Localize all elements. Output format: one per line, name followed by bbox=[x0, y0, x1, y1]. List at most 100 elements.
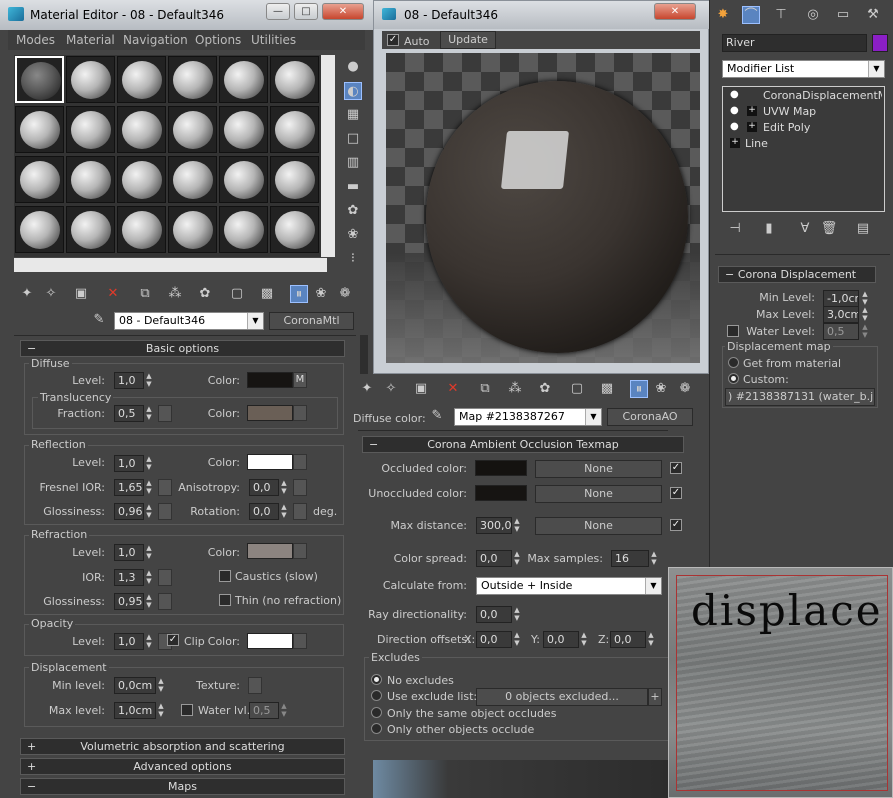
disp-min-spinner[interactable]: ▲ ▼ bbox=[156, 677, 166, 694]
pick-material-icon[interactable]: ❁ bbox=[336, 285, 354, 303]
ao-show-shaded-icon[interactable]: ▢ bbox=[568, 380, 586, 398]
backlight-icon[interactable]: ◐ bbox=[344, 82, 362, 100]
remove-modifier-icon[interactable]: 🗑 bbox=[820, 220, 838, 238]
display-tab-icon[interactable]: ▭ bbox=[834, 6, 852, 24]
minimize-button[interactable]: — bbox=[266, 3, 290, 20]
diffuse-level-input[interactable]: 1,0 bbox=[114, 372, 144, 389]
max-samples-spinner[interactable]: ▲ ▼ bbox=[649, 550, 659, 567]
rollout-corona-displacement[interactable]: − Corona Displacement bbox=[718, 266, 876, 283]
uv-tiling-icon[interactable]: □ bbox=[344, 130, 362, 148]
rollout-volumetric[interactable]: + Volumetric absorption and scattering bbox=[20, 738, 345, 755]
offset-z-spinner[interactable]: ▲ ▼ bbox=[646, 631, 656, 648]
opacity-map-swatch-button[interactable] bbox=[293, 633, 307, 649]
menu-utilities[interactable]: Utilities bbox=[251, 33, 296, 47]
objects-excluded-button[interactable]: 0 objects excluded... bbox=[476, 688, 648, 706]
rollout-basic-options[interactable]: − Basic options bbox=[20, 340, 345, 357]
stack-item-line[interactable]: + Line bbox=[725, 137, 882, 152]
material-name-field[interactable]: 08 - Default346 ▼ bbox=[114, 312, 264, 330]
sample-slot[interactable] bbox=[66, 56, 115, 103]
utilities-tab-icon[interactable]: ⚒ bbox=[864, 6, 882, 24]
clip-checkbox[interactable]: ✓ bbox=[167, 634, 179, 646]
expand-icon[interactable]: + bbox=[747, 106, 757, 116]
eyedropper-icon[interactable]: ✎ bbox=[90, 311, 108, 329]
map-name-chevron-icon[interactable]: ▼ bbox=[585, 409, 601, 425]
caustics-checkbox[interactable] bbox=[219, 570, 231, 582]
menu-options[interactable]: Options bbox=[195, 33, 241, 47]
calculate-from-chevron-icon[interactable]: ▼ bbox=[645, 578, 661, 594]
rotation-input[interactable]: 0,0 bbox=[249, 503, 279, 520]
rotation-spinner[interactable]: ▲ ▼ bbox=[279, 503, 289, 520]
refraction-glossiness-spinner[interactable]: ▲ ▼ bbox=[144, 593, 154, 610]
other-object-radio[interactable] bbox=[371, 723, 382, 734]
offset-y-spinner[interactable]: ▲ ▼ bbox=[579, 631, 589, 648]
diffuse-color-swatch[interactable] bbox=[247, 372, 293, 388]
get-material-icon[interactable]: ✦ bbox=[18, 285, 36, 303]
opacity-color-swatch[interactable] bbox=[247, 633, 293, 649]
menu-material[interactable]: Material bbox=[66, 33, 115, 47]
sample-slot[interactable] bbox=[15, 106, 64, 153]
max-samples-input[interactable]: 16 bbox=[611, 550, 649, 567]
offset-z-input[interactable]: 0,0 bbox=[610, 631, 646, 648]
light-bulb-icon[interactable]: ● bbox=[730, 105, 739, 116]
custom-map-button[interactable]: ) #2138387131 (water_b.jpg) bbox=[725, 388, 875, 406]
diffuse-map-button[interactable]: M bbox=[293, 372, 307, 388]
rollout-maps[interactable]: − Maps bbox=[20, 778, 345, 795]
sample-slot[interactable] bbox=[117, 156, 166, 203]
max-distance-input[interactable]: 300,0c bbox=[476, 517, 512, 534]
ior-map-button[interactable] bbox=[158, 569, 172, 586]
expand-icon[interactable]: + bbox=[747, 122, 757, 132]
offset-x-spinner[interactable]: ▲ ▼ bbox=[512, 631, 522, 648]
sample-slot[interactable] bbox=[66, 106, 115, 153]
disp-max-spinner[interactable]: ▲ ▼ bbox=[156, 702, 166, 719]
sample-slot[interactable] bbox=[219, 156, 268, 203]
glossiness-input[interactable]: 0,96 bbox=[114, 503, 144, 520]
occluded-map-checkbox[interactable]: ✓ bbox=[670, 462, 682, 474]
background-icon[interactable]: ▦ bbox=[344, 106, 362, 124]
unoccluded-map-checkbox[interactable]: ✓ bbox=[670, 487, 682, 499]
make-unique-stack-icon[interactable]: ∀ bbox=[796, 220, 814, 238]
object-name-field[interactable]: River bbox=[722, 34, 867, 52]
water-level-input[interactable]: 0,5 bbox=[249, 702, 279, 719]
ao-library-icon[interactable]: ⁂ bbox=[506, 380, 524, 398]
fraction-input[interactable]: 0,5 bbox=[114, 405, 144, 422]
ao-eyedropper-icon[interactable]: ✎ bbox=[428, 407, 446, 425]
menu-navigation[interactable]: Navigation bbox=[123, 33, 188, 47]
sample-slot[interactable] bbox=[117, 56, 166, 103]
preview-close-button[interactable]: ✕ bbox=[654, 3, 696, 20]
light-bulb-icon[interactable]: ● bbox=[730, 121, 739, 132]
opacity-level-input[interactable]: 1,0 bbox=[114, 633, 144, 650]
modifier-list-dropdown[interactable]: Modifier List ▼ bbox=[722, 60, 885, 78]
sample-slot[interactable] bbox=[15, 156, 64, 203]
anisotropy-map-button[interactable] bbox=[293, 479, 307, 496]
sample-slot[interactable] bbox=[66, 206, 115, 253]
glossiness-map-button[interactable] bbox=[158, 503, 172, 520]
put-to-library-icon[interactable]: ⁂ bbox=[166, 285, 184, 303]
cmd-max-level-spinner[interactable]: ▲ ▼ bbox=[860, 306, 870, 323]
ior-spinner[interactable]: ▲ ▼ bbox=[144, 569, 154, 586]
go-to-parent-icon[interactable]: ⏸ bbox=[290, 285, 308, 303]
show-shaded-material-icon[interactable]: ▢ bbox=[228, 285, 246, 303]
refraction-glossiness-input[interactable]: 0,95 bbox=[114, 593, 144, 610]
sample-slot[interactable] bbox=[66, 156, 115, 203]
select-by-material-icon[interactable]: ❀ bbox=[344, 226, 362, 244]
sample-slot[interactable] bbox=[219, 106, 268, 153]
material-editor-titlebar[interactable]: Material Editor - 08 - Default346 — □ ✕ bbox=[0, 0, 373, 30]
offset-x-input[interactable]: 0,0 bbox=[476, 631, 512, 648]
cmd-min-level-input[interactable]: -1,0cm bbox=[823, 290, 859, 307]
stack-item-uvw-map[interactable]: ● + UVW Map bbox=[725, 105, 882, 120]
sample-slot[interactable] bbox=[219, 206, 268, 253]
refraction-level-spinner[interactable]: ▲ ▼ bbox=[144, 544, 154, 561]
sample-slot[interactable] bbox=[270, 206, 319, 253]
unoccluded-color-swatch[interactable] bbox=[475, 485, 527, 501]
fraction-map-button[interactable] bbox=[158, 405, 172, 422]
water-level-spinner[interactable]: ▲ ▼ bbox=[279, 702, 289, 719]
sample-slot[interactable] bbox=[168, 206, 217, 253]
configure-sets-icon[interactable]: ▤ bbox=[854, 220, 872, 238]
map-type-button[interactable]: CoronaAO bbox=[607, 408, 693, 426]
fraction-spinner[interactable]: ▲ ▼ bbox=[144, 405, 154, 422]
sample-slot[interactable] bbox=[270, 156, 319, 203]
fresnel-map-button[interactable] bbox=[158, 479, 172, 496]
reflection-map-button[interactable] bbox=[293, 454, 307, 470]
material-id-channel-icon[interactable]: ✿ bbox=[196, 285, 214, 303]
sample-slot[interactable] bbox=[270, 106, 319, 153]
